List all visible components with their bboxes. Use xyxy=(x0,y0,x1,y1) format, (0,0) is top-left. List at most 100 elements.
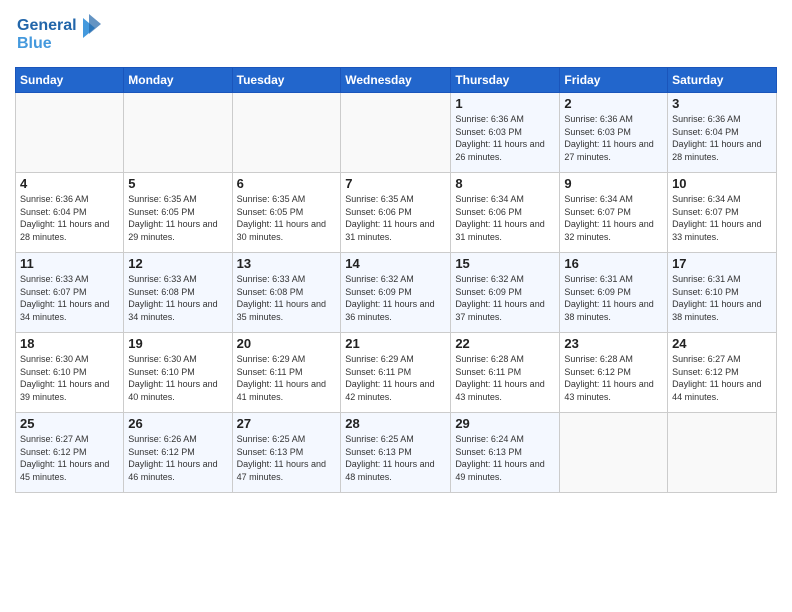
calendar-cell: 8 Sunrise: 6:34 AM Sunset: 6:06 PM Daylig… xyxy=(451,173,560,253)
calendar-cell: 19 Sunrise: 6:30 AM Sunset: 6:10 PM Dayli… xyxy=(124,333,232,413)
day-info: Sunrise: 6:28 AM Sunset: 6:12 PM Dayligh… xyxy=(564,353,663,403)
day-number: 22 xyxy=(455,336,555,351)
calendar-cell: 28 Sunrise: 6:25 AM Sunset: 6:13 PM Dayli… xyxy=(341,413,451,493)
day-number: 26 xyxy=(128,416,227,431)
day-of-week-header: Friday xyxy=(560,68,668,93)
calendar-cell: 15Sunrise: 6:32 AM Sunset: 6:09 PM Dayli… xyxy=(451,253,560,333)
calendar-week-row: 18 Sunrise: 6:30 AM Sunset: 6:10 PM Dayli… xyxy=(16,333,777,413)
day-info: Sunrise: 6:29 AM Sunset: 6:11 PM Dayligh… xyxy=(237,353,337,403)
day-info: Sunrise: 6:27 AM Sunset: 6:12 PM Dayligh… xyxy=(20,433,119,483)
calendar-cell xyxy=(341,93,451,173)
calendar-cell: 21Sunrise: 6:29 AM Sunset: 6:11 PM Dayli… xyxy=(341,333,451,413)
calendar-table: SundayMondayTuesdayWednesdayThursdayFrid… xyxy=(15,67,777,493)
day-info: Sunrise: 6:30 AM Sunset: 6:10 PM Dayligh… xyxy=(20,353,119,403)
calendar-cell xyxy=(668,413,777,493)
calendar-cell: 25 Sunrise: 6:27 AM Sunset: 6:12 PM Dayli… xyxy=(16,413,124,493)
logo: General Blue xyxy=(15,10,105,59)
day-number: 28 xyxy=(345,416,446,431)
calendar-cell: 12 Sunrise: 6:33 AM Sunset: 6:08 PM Dayli… xyxy=(124,253,232,333)
day-number: 1 xyxy=(455,96,555,111)
day-number: 23 xyxy=(564,336,663,351)
day-info: Sunrise: 6:25 AM Sunset: 6:13 PM Dayligh… xyxy=(345,433,446,483)
day-number: 5 xyxy=(128,176,227,191)
calendar-week-row: 11Sunrise: 6:33 AM Sunset: 6:07 PM Dayli… xyxy=(16,253,777,333)
calendar-cell: 9Sunrise: 6:34 AM Sunset: 6:07 PM Daylig… xyxy=(560,173,668,253)
day-info: Sunrise: 6:31 AM Sunset: 6:10 PM Dayligh… xyxy=(672,273,772,323)
day-info: Sunrise: 6:36 AM Sunset: 6:04 PM Dayligh… xyxy=(672,113,772,163)
calendar-cell xyxy=(16,93,124,173)
day-of-week-header: Monday xyxy=(124,68,232,93)
day-of-week-header: Tuesday xyxy=(232,68,341,93)
day-number: 8 xyxy=(455,176,555,191)
day-number: 10 xyxy=(672,176,772,191)
calendar-cell: 24Sunrise: 6:27 AM Sunset: 6:12 PM Dayli… xyxy=(668,333,777,413)
day-number: 25 xyxy=(20,416,119,431)
calendar-cell: 27 Sunrise: 6:25 AM Sunset: 6:13 PM Dayli… xyxy=(232,413,341,493)
calendar-cell: 20 Sunrise: 6:29 AM Sunset: 6:11 PM Dayli… xyxy=(232,333,341,413)
day-number: 17 xyxy=(672,256,772,271)
day-number: 19 xyxy=(128,336,227,351)
day-number: 16 xyxy=(564,256,663,271)
calendar-cell: 4Sunrise: 6:36 AM Sunset: 6:04 PM Daylig… xyxy=(16,173,124,253)
day-number: 3 xyxy=(672,96,772,111)
day-number: 9 xyxy=(564,176,663,191)
page: General Blue SundayMondayTuesdayWednesda… xyxy=(0,0,792,612)
day-number: 29 xyxy=(455,416,555,431)
logo-icon: General Blue xyxy=(15,10,105,54)
day-info: Sunrise: 6:36 AM Sunset: 6:03 PM Dayligh… xyxy=(564,113,663,163)
day-info: Sunrise: 6:24 AM Sunset: 6:13 PM Dayligh… xyxy=(455,433,555,483)
calendar-cell: 18 Sunrise: 6:30 AM Sunset: 6:10 PM Dayli… xyxy=(16,333,124,413)
day-number: 20 xyxy=(237,336,337,351)
day-number: 6 xyxy=(237,176,337,191)
day-number: 12 xyxy=(128,256,227,271)
calendar-cell: 26 Sunrise: 6:26 AM Sunset: 6:12 PM Dayli… xyxy=(124,413,232,493)
day-info: Sunrise: 6:36 AM Sunset: 6:03 PM Dayligh… xyxy=(455,113,555,163)
header: General Blue xyxy=(15,10,777,59)
day-of-week-header: Sunday xyxy=(16,68,124,93)
day-info: Sunrise: 6:32 AM Sunset: 6:09 PM Dayligh… xyxy=(455,273,555,323)
calendar-cell: 7 Sunrise: 6:35 AM Sunset: 6:06 PM Daylig… xyxy=(341,173,451,253)
calendar-cell: 22 Sunrise: 6:28 AM Sunset: 6:11 PM Dayli… xyxy=(451,333,560,413)
calendar-cell: 3 Sunrise: 6:36 AM Sunset: 6:04 PM Daylig… xyxy=(668,93,777,173)
day-info: Sunrise: 6:35 AM Sunset: 6:05 PM Dayligh… xyxy=(237,193,337,243)
calendar-cell: 14 Sunrise: 6:32 AM Sunset: 6:09 PM Dayli… xyxy=(341,253,451,333)
calendar-cell xyxy=(560,413,668,493)
day-of-week-header: Saturday xyxy=(668,68,777,93)
day-info: Sunrise: 6:35 AM Sunset: 6:05 PM Dayligh… xyxy=(128,193,227,243)
calendar-cell: 29 Sunrise: 6:24 AM Sunset: 6:13 PM Dayli… xyxy=(451,413,560,493)
calendar-week-row: 1 Sunrise: 6:36 AM Sunset: 6:03 PM Daylig… xyxy=(16,93,777,173)
day-info: Sunrise: 6:30 AM Sunset: 6:10 PM Dayligh… xyxy=(128,353,227,403)
calendar-cell: 11Sunrise: 6:33 AM Sunset: 6:07 PM Dayli… xyxy=(16,253,124,333)
calendar-cell: 23 Sunrise: 6:28 AM Sunset: 6:12 PM Dayli… xyxy=(560,333,668,413)
day-number: 14 xyxy=(345,256,446,271)
calendar-cell: 6 Sunrise: 6:35 AM Sunset: 6:05 PM Daylig… xyxy=(232,173,341,253)
day-info: Sunrise: 6:26 AM Sunset: 6:12 PM Dayligh… xyxy=(128,433,227,483)
day-info: Sunrise: 6:32 AM Sunset: 6:09 PM Dayligh… xyxy=(345,273,446,323)
day-number: 13 xyxy=(237,256,337,271)
day-info: Sunrise: 6:34 AM Sunset: 6:07 PM Dayligh… xyxy=(672,193,772,243)
day-info: Sunrise: 6:33 AM Sunset: 6:08 PM Dayligh… xyxy=(128,273,227,323)
day-number: 4 xyxy=(20,176,119,191)
calendar-cell: 17 Sunrise: 6:31 AM Sunset: 6:10 PM Dayli… xyxy=(668,253,777,333)
day-info: Sunrise: 6:29 AM Sunset: 6:11 PM Dayligh… xyxy=(345,353,446,403)
day-info: Sunrise: 6:35 AM Sunset: 6:06 PM Dayligh… xyxy=(345,193,446,243)
day-info: Sunrise: 6:33 AM Sunset: 6:08 PM Dayligh… xyxy=(237,273,337,323)
calendar-cell: 16Sunrise: 6:31 AM Sunset: 6:09 PM Dayli… xyxy=(560,253,668,333)
calendar-week-row: 25 Sunrise: 6:27 AM Sunset: 6:12 PM Dayli… xyxy=(16,413,777,493)
day-of-week-header: Thursday xyxy=(451,68,560,93)
calendar-cell xyxy=(124,93,232,173)
calendar-week-row: 4Sunrise: 6:36 AM Sunset: 6:04 PM Daylig… xyxy=(16,173,777,253)
calendar-cell: 13 Sunrise: 6:33 AM Sunset: 6:08 PM Dayli… xyxy=(232,253,341,333)
day-number: 2 xyxy=(564,96,663,111)
day-info: Sunrise: 6:25 AM Sunset: 6:13 PM Dayligh… xyxy=(237,433,337,483)
day-number: 18 xyxy=(20,336,119,351)
svg-text:General: General xyxy=(17,17,77,34)
day-info: Sunrise: 6:34 AM Sunset: 6:06 PM Dayligh… xyxy=(455,193,555,243)
day-number: 27 xyxy=(237,416,337,431)
day-number: 7 xyxy=(345,176,446,191)
svg-text:Blue: Blue xyxy=(17,35,52,52)
day-number: 24 xyxy=(672,336,772,351)
calendar-cell xyxy=(232,93,341,173)
calendar-cell: 10 Sunrise: 6:34 AM Sunset: 6:07 PM Dayli… xyxy=(668,173,777,253)
day-info: Sunrise: 6:28 AM Sunset: 6:11 PM Dayligh… xyxy=(455,353,555,403)
